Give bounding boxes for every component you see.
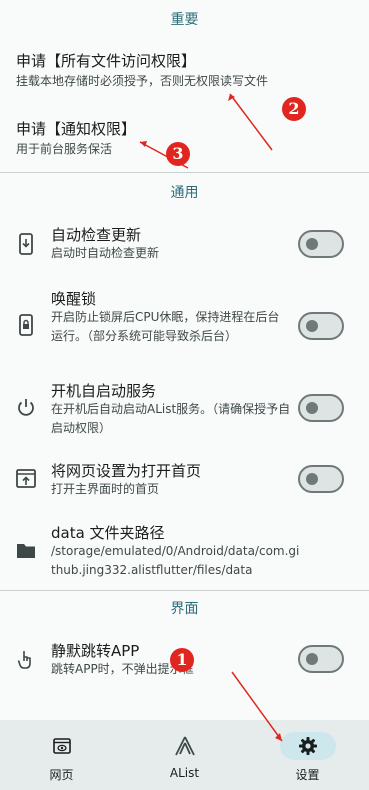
annotation-arrow-1 [231, 671, 283, 742]
arrow-head [275, 733, 282, 741]
annotation-marker-1: 1 [170, 648, 194, 672]
arrow-head [140, 141, 147, 147]
annotation-arrow-2 [229, 93, 273, 151]
annotation-marker-2: 2 [282, 97, 306, 121]
annotation-marker-3: 3 [166, 142, 190, 166]
